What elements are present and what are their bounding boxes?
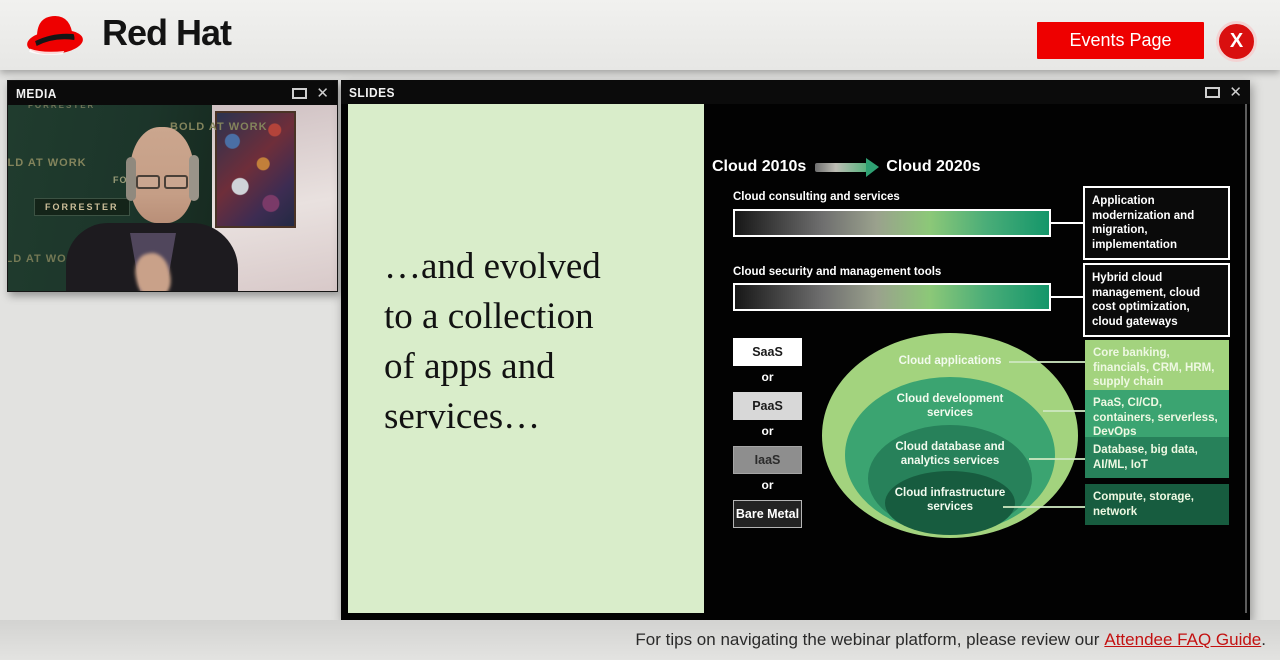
backdrop-text: OLD AT WORK: [8, 157, 87, 169]
slides-maximize-icon[interactable]: [1205, 87, 1220, 98]
era-arrow-icon: [815, 163, 867, 172]
slides-panel-title: SLIDES: [349, 85, 395, 100]
stack-option-saas: SaaS: [733, 338, 802, 366]
slide-text-pane: …and evolved to a collection of apps and…: [348, 104, 704, 613]
ring-label: Cloud applications: [875, 355, 1025, 369]
exit-webinar-button[interactable]: X: [1216, 21, 1257, 62]
slide-quote: …and evolved to a collection of apps and…: [384, 242, 601, 442]
callout-box: Hybrid cloud management, cloud cost opti…: [1083, 263, 1230, 337]
stack-option-bare-metal: Bare Metal: [733, 500, 802, 528]
media-panel: MEDIA ✕ BOLD AT WORK OLD AT WORK OLD AT …: [7, 80, 338, 292]
era-from: Cloud 2010s: [712, 158, 806, 176]
media-close-icon[interactable]: ✕: [316, 88, 329, 99]
media-panel-title: MEDIA: [16, 86, 57, 101]
ring-label: Cloud database and analytics services: [880, 441, 1020, 468]
connector-line: [1003, 506, 1085, 508]
slides-close-icon[interactable]: ✕: [1229, 87, 1242, 98]
or-label: or: [733, 370, 802, 384]
stack-option-iaas: IaaS: [733, 446, 802, 474]
forrester-plaque: FORRESTER: [34, 198, 130, 216]
callout-box: Application modernization and migration,…: [1083, 186, 1230, 260]
media-maximize-icon[interactable]: [292, 88, 307, 99]
connector-line: [1051, 296, 1084, 298]
brand-name: Red Hat: [102, 12, 231, 54]
backdrop-text: BOLD AT WORK: [170, 121, 268, 133]
ring-label: Cloud infrastructure services: [890, 487, 1010, 514]
connector-line: [1051, 222, 1084, 224]
backdrop-text: FORRESTER: [28, 105, 95, 110]
era-heading: Cloud 2010s Cloud 2020s: [712, 158, 981, 176]
speaker-hair: [189, 155, 199, 201]
gradient-bar: [733, 283, 1051, 311]
speaker-hair: [126, 157, 136, 201]
events-page-button[interactable]: Events Page: [1037, 22, 1204, 59]
webcam-video: BOLD AT WORK OLD AT WORK OLD AT WORK FOR…: [8, 105, 337, 291]
bar-label: Cloud consulting and services: [733, 191, 900, 203]
stack-option-paas: PaaS: [733, 392, 802, 420]
redhat-logo: Red Hat: [24, 8, 231, 58]
footer-period: .: [1261, 630, 1266, 650]
slides-panel: SLIDES ✕ …and evolved to a collection of…: [341, 80, 1250, 620]
connector-line: [1043, 410, 1085, 412]
callout-box: Core banking, financials, CRM, HRM, supp…: [1085, 340, 1229, 396]
speaker-glasses: [136, 175, 188, 189]
footer-text: For tips on navigating the webinar platf…: [635, 630, 1099, 650]
attendee-faq-link[interactable]: Attendee FAQ Guide: [1104, 630, 1261, 650]
or-label: or: [733, 424, 802, 438]
page-header: Red Hat Events Page X: [0, 0, 1280, 70]
or-label: or: [733, 478, 802, 492]
callout-box: Compute, storage, network: [1085, 484, 1229, 525]
slides-scrollbar[interactable]: [1245, 104, 1247, 613]
connector-line: [1009, 361, 1085, 363]
footer-bar: For tips on navigating the webinar platf…: [0, 620, 1280, 660]
media-panel-header: MEDIA ✕: [8, 81, 337, 105]
connector-line: [1029, 458, 1085, 460]
redhat-fedora-icon: [24, 8, 88, 58]
gradient-bar: [733, 209, 1051, 237]
callout-box: Database, big data, AI/ML, IoT: [1085, 437, 1229, 478]
bar-label: Cloud security and management tools: [733, 266, 941, 278]
ring-label: Cloud development services: [890, 393, 1010, 420]
slides-panel-header: SLIDES ✕: [341, 80, 1250, 104]
era-to: Cloud 2020s: [886, 158, 980, 176]
